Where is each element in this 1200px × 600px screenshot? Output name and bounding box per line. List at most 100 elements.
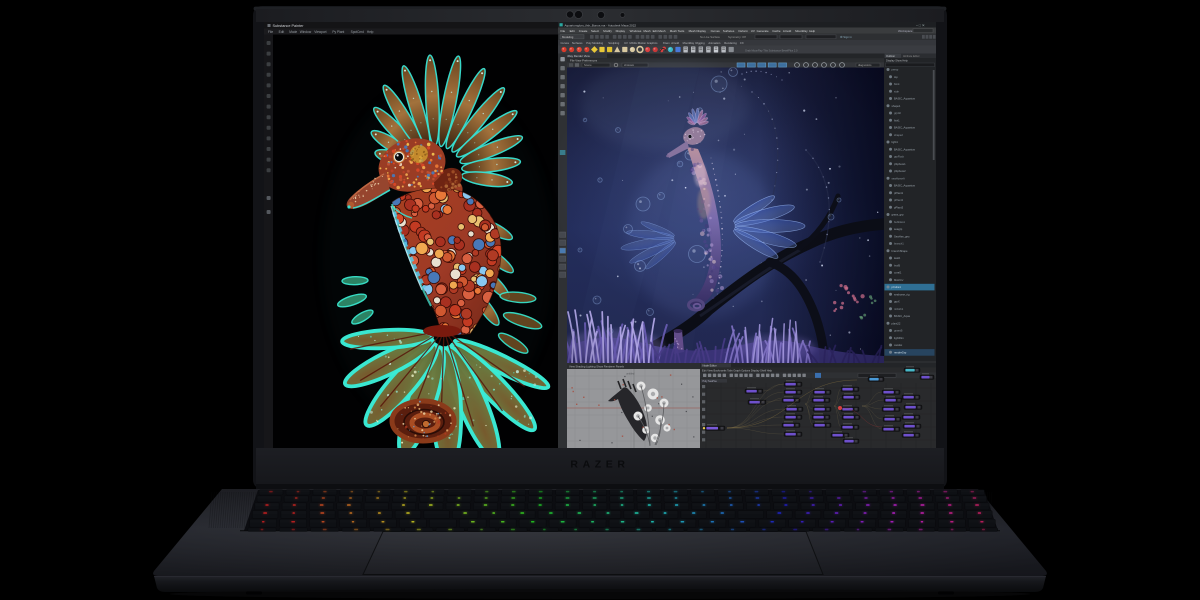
svg-text:diagnostics: diagnostics [858,63,872,67]
svg-text:Generate: Generate [757,29,769,33]
svg-text:bubbles1: bubbles1 [894,220,905,224]
svg-text:Workspace: Workspace [898,29,913,33]
svg-text:Edit Mesh: Edit Mesh [653,29,666,33]
svg-text:SpotCmd: SpotCmd [351,30,365,34]
svg-text:Modify: Modify [603,29,612,33]
svg-text:top: top [894,75,898,79]
svg-text:Display Show Help: Display Show Help [886,59,908,63]
svg-text:File View Preferences: File View Preferences [570,59,598,63]
svg-text:View Shading Lighting Show: View Shading Lighting Show Renderer Pane… [569,365,625,369]
svg-text:Windows: Windows [630,29,642,33]
svg-text:Help: Help [367,30,374,34]
svg-text:– □ ✕: – □ ✕ [916,23,925,27]
svg-text:⚙ Sign in: ⚙ Sign in [840,35,852,39]
svg-text:RAZER: RAZER [570,459,629,471]
svg-text:Scene: Scene [584,63,592,67]
svg-text:Mesh: Mesh [644,29,651,33]
svg-text:leafA: leafA [894,256,900,260]
svg-text:renderGrp: renderGrp [894,350,907,354]
svg-text:Display: Display [616,29,626,33]
svg-text:seaHorseA: seaHorseA [892,176,906,180]
svg-text:XGen: XGen [663,41,670,45]
svg-text:Edit: Edit [279,30,285,34]
svg-text:side: side [894,90,899,94]
svg-text:lightRim: lightRim [894,336,904,340]
svg-text:Mode: Mode [289,30,297,34]
svg-text:BASIC_Aquarium: BASIC_Aquarium [894,126,916,130]
svg-text:Sculpting: Sculpting [608,41,620,45]
svg-text:nCloth1: nCloth1 [894,307,904,311]
svg-text:Mesh Display: Mesh Display [689,29,707,33]
svg-text:Help: Help [809,29,815,33]
svg-text:branch1: branch1 [894,242,904,246]
svg-text:MstrCrv: MstrCrv [894,278,904,282]
svg-text:pPlant2: pPlant2 [894,198,904,202]
svg-text:fish1: fish1 [894,119,900,123]
svg-text:untitled: untitled [626,372,635,376]
svg-text:BASIC_Aquarium: BASIC_Aquarium [894,147,916,151]
svg-text:shape1: shape1 [892,104,901,108]
svg-text:Window: Window [300,30,312,34]
svg-text:Arnold: Arnold [783,29,792,33]
svg-text:persp: persp [892,68,899,72]
svg-text:Rendering: Rendering [724,41,737,45]
svg-text:Grab MoonRay Tilts Su: Grab MoonRay Tilts Substance BevelPlus 2… [745,49,798,53]
svg-text:UV: UV [624,41,628,45]
svg-text:Create: Create [579,29,588,33]
svg-text:Mesh Tools: Mesh Tools [670,29,685,33]
svg-text:Rigging: Rigging [696,41,706,45]
svg-text:BASIC_Aqua: BASIC_Aqua [894,314,910,318]
svg-text:BASIC_Aquarium: BASIC_Aquarium [894,184,916,188]
svg-text:Poly SeaHse: Poly SeaHse [703,380,718,383]
svg-text:Node Editor: Node Editor [703,364,717,368]
svg-text:MoonRay: MoonRay [795,29,808,33]
svg-text:grpRock: grpRock [894,155,905,159]
svg-text:pPlant3: pPlant3 [894,205,904,209]
svg-text:FX: FX [740,41,744,45]
svg-text:front: front [894,82,900,86]
svg-text:Viewport: Viewport [314,30,326,34]
svg-text:BASIC_Aquarium: BASIC_Aquarium [894,97,916,101]
svg-text:pSphere2: pSphere2 [894,169,906,173]
svg-text:Poly Modeling: Poly Modeling [586,41,603,45]
svg-text:grass_grp: grass_grp [892,213,904,217]
svg-text:Outliner: Outliner [886,54,895,58]
svg-text:Py Plant: Py Plant [332,30,344,34]
svg-text:Curves: Curves [561,41,570,45]
svg-text:Edit: Edit [570,29,575,33]
svg-text:light1: light1 [892,140,899,144]
svg-text:Select: Select [591,29,599,33]
svg-text:Cache: Cache [772,29,781,33]
svg-text:No Live Surface: No Live Surface [700,35,720,39]
svg-text:Deform: Deform [739,29,749,33]
svg-text:File: File [268,30,273,34]
svg-text:grpAll: grpAll [894,111,901,115]
svg-text:Aquariumglory_fish_Bonus.ma -: Aquariumglory_fish_Bonus.ma - Autodesk M… [565,23,637,27]
svg-text:coral1: coral1 [894,271,902,275]
svg-text:Animation: Animation [708,41,720,45]
svg-text:seagrp: seagrp [894,227,903,231]
svg-text:UV: UV [751,29,755,33]
svg-text:Modeling: Modeling [562,35,574,39]
svg-text:leafB: leafB [894,263,900,267]
svg-text:branchShape: branchShape [892,249,908,253]
svg-text:Substance Painter: Substance Painter [273,24,305,28]
svg-text:pCube1: pCube1 [892,285,902,289]
svg-text:plant22: plant22 [892,321,901,325]
svg-text:Motion Graphics: Motion Graphics [638,41,658,45]
svg-text:Curves: Curves [711,29,721,33]
svg-text:MoonRay: MoonRay [683,41,695,45]
svg-text:Surfaces: Surfaces [723,29,735,33]
svg-text:SeaHse_geo: SeaHse_geo [894,234,910,238]
svg-text:Edit View Bookmarks Tabs G: Edit View Bookmarks Tabs Graph Options D… [702,368,773,372]
svg-text:Arnold: Arnold [671,41,679,45]
svg-text:camEx: camEx [894,343,903,347]
svg-text:MASH: MASH [630,41,638,45]
svg-text:Symmetry: Off: Symmetry: Off [728,35,746,39]
svg-text:shape2: shape2 [894,133,903,137]
svg-text:pPlant1: pPlant1 [894,191,904,195]
svg-text:Surfaces: Surfaces [572,41,583,45]
svg-text:Attribute Editor: Attribute Editor [903,55,920,58]
svg-text:pSphere1: pSphere1 [894,162,906,166]
svg-text:seahorse_rig: seahorse_rig [894,292,910,296]
